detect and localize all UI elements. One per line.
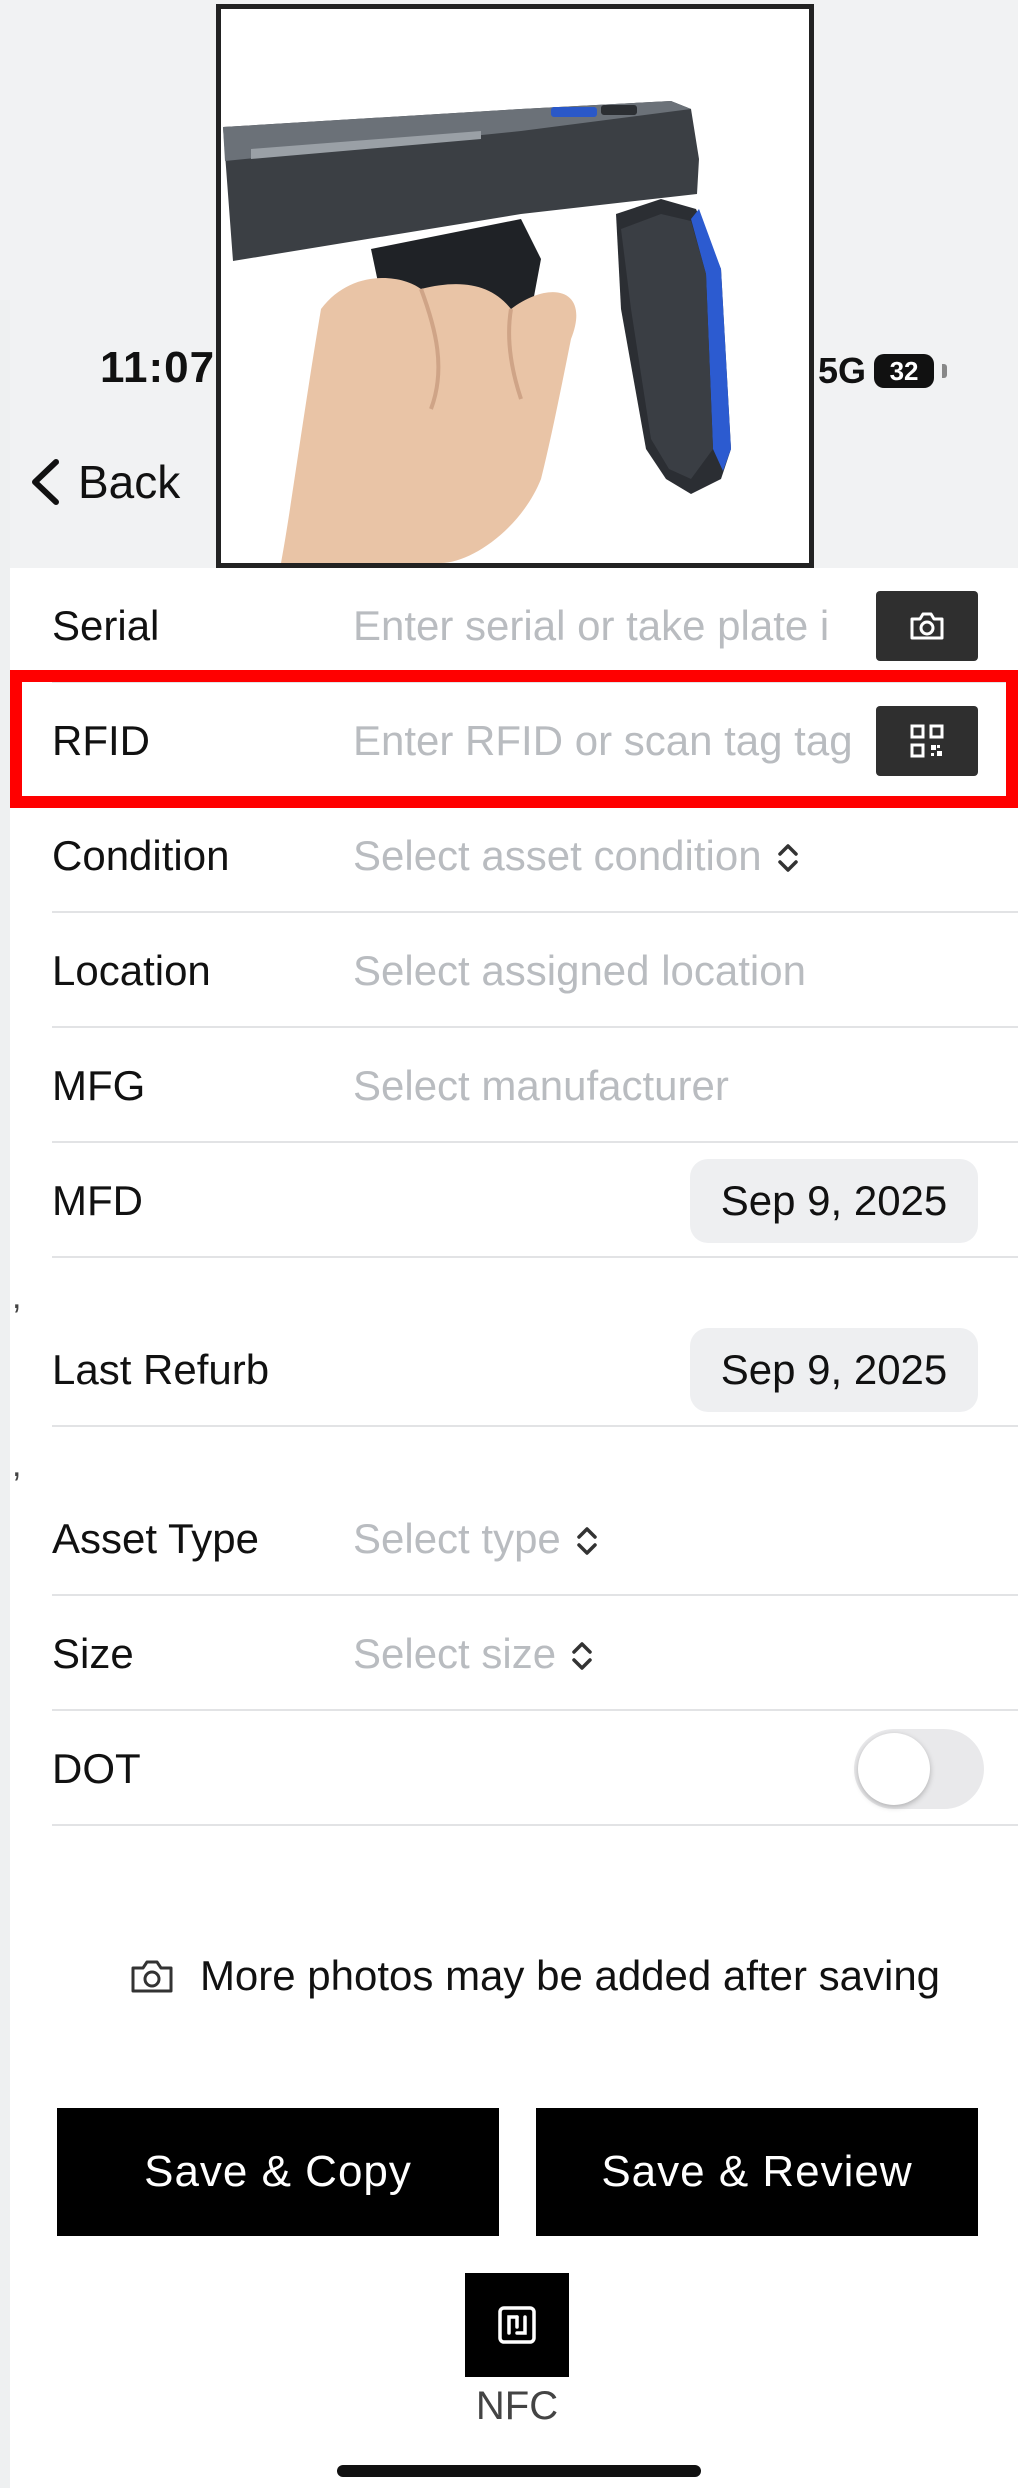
location-select[interactable]: Select assigned location [353, 947, 806, 995]
asset-type-row[interactable]: Asset Type Select type [10, 1481, 1018, 1596]
serial-input[interactable]: Enter serial or take plate i [353, 602, 883, 650]
back-label: Back [78, 456, 181, 508]
network-label: 5G [818, 350, 867, 391]
condition-label: Condition [52, 831, 230, 879]
screen: 11:07 5G 32 Back Serial Enter serial or … [0, 0, 1018, 2488]
size-select-text: Select size [353, 1629, 557, 1677]
battery-icon: 32 [874, 354, 935, 388]
divider [52, 1256, 1018, 1258]
serial-camera-button[interactable] [876, 590, 978, 661]
chevron-left-icon [32, 459, 59, 505]
mfg-row[interactable]: MFG Select manufacturer [10, 1028, 1018, 1143]
separator-mark: , [12, 1278, 22, 1316]
home-indicator[interactable] [337, 2465, 701, 2477]
nfc-button[interactable] [465, 2273, 569, 2377]
condition-select-text: Select asset condition [353, 831, 762, 879]
dot-row: DOT [10, 1711, 1018, 1826]
last-refurb-row: Last Refurb Sep 9, 2025 [10, 1312, 1018, 1427]
save-copy-button[interactable]: Save & Copy [57, 2108, 499, 2236]
separator-mark: , [12, 1446, 22, 1484]
asset-type-select-text: Select type [353, 1514, 561, 1562]
battery-tip [942, 364, 948, 378]
condition-select[interactable]: Select asset condition [353, 832, 800, 880]
dot-label: DOT [52, 1744, 141, 1792]
rfid-scanner-image [223, 101, 731, 563]
camera-icon [131, 1960, 173, 1993]
device-photo [216, 4, 814, 568]
manufacturer-select[interactable]: Select manufacturer [353, 1062, 729, 1110]
rfid-highlight [10, 670, 1018, 808]
size-select[interactable]: Select size [353, 1630, 594, 1678]
size-row[interactable]: Size Select size [10, 1596, 1018, 1711]
toggle-knob [858, 1732, 930, 1805]
mfd-row: MFD Sep 9, 2025 [10, 1143, 1018, 1258]
status-time: 11:07 [100, 343, 216, 392]
location-row[interactable]: Location Select assigned location [10, 913, 1018, 1028]
serial-row: Serial Enter serial or take plate i [10, 568, 1018, 683]
up-down-chevron-icon [577, 1527, 597, 1556]
last-refurb-label: Last Refurb [52, 1345, 270, 1393]
screen-edge [0, 300, 10, 2488]
dot-toggle[interactable] [854, 1728, 984, 1809]
photo-note: More photos may be added after saving [130, 1948, 950, 2004]
mfg-label: MFG [52, 1061, 146, 1109]
nfc-label: NFC [475, 2384, 559, 2428]
location-label: Location [52, 946, 211, 994]
last-refurb-date-picker[interactable]: Sep 9, 2025 [690, 1327, 978, 1412]
battery-level: 32 [889, 355, 919, 386]
photo-note-text: More photos may be added after saving [199, 1952, 941, 1999]
asset-type-select[interactable]: Select type [353, 1515, 599, 1563]
mfd-label: MFD [52, 1176, 143, 1224]
asset-type-label: Asset Type [52, 1514, 260, 1562]
nfc-icon [498, 2306, 536, 2344]
save-review-button[interactable]: Save & Review [536, 2108, 978, 2236]
back-button[interactable]: Back [30, 455, 180, 509]
up-down-chevron-icon [572, 1642, 592, 1671]
divider [52, 1824, 1018, 1826]
mfd-date-picker[interactable]: Sep 9, 2025 [690, 1158, 978, 1243]
serial-label: Serial [52, 601, 160, 649]
camera-icon [910, 612, 944, 639]
condition-row[interactable]: Condition Select asset condition [10, 798, 1018, 913]
status-indicators: 5G 32 [818, 350, 948, 392]
size-label: Size [52, 1629, 134, 1677]
up-down-chevron-icon [777, 844, 798, 873]
divider [52, 1425, 1018, 1427]
